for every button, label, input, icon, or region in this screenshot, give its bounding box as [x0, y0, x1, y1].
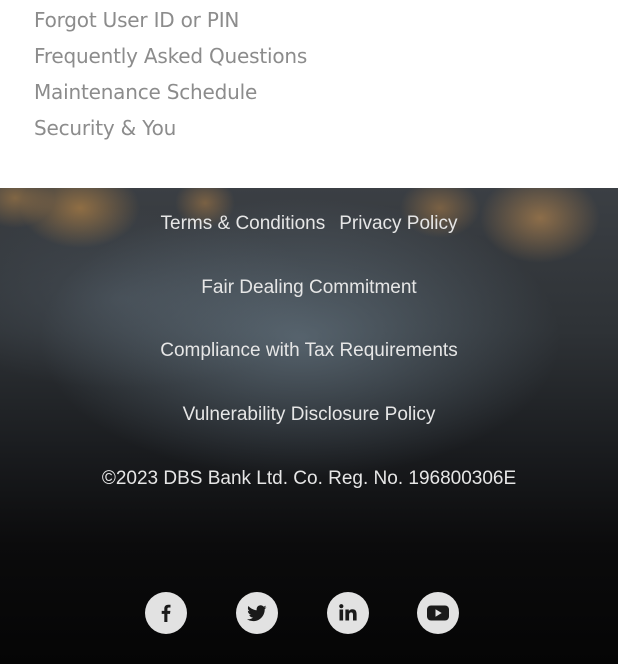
youtube-icon	[427, 605, 449, 621]
youtube-button[interactable]	[417, 592, 459, 634]
privacy-policy-link[interactable]: Privacy Policy	[339, 212, 457, 236]
maintenance-schedule-link[interactable]: Maintenance Schedule	[34, 80, 257, 104]
facebook-icon	[161, 604, 171, 622]
terms-conditions-link[interactable]: Terms & Conditions	[161, 212, 326, 236]
vulnerability-disclosure-link[interactable]: Vulnerability Disclosure Policy	[0, 403, 618, 427]
faq-link[interactable]: Frequently Asked Questions	[34, 44, 307, 68]
facebook-button[interactable]	[145, 592, 187, 634]
page: Forgot User ID or PIN Frequently Asked Q…	[0, 0, 618, 664]
security-and-you-link[interactable]: Security & You	[34, 116, 176, 140]
footer: Terms & Conditions Privacy Policy Fair De…	[0, 188, 618, 664]
linkedin-icon	[339, 604, 357, 621]
footer-legal-row: Terms & Conditions Privacy Policy	[0, 212, 618, 236]
forgot-user-id-link[interactable]: Forgot User ID or PIN	[34, 8, 239, 32]
copyright-text: ©2023 DBS Bank Ltd. Co. Reg. No. 1968003…	[101, 468, 517, 489]
twitter-button[interactable]	[236, 592, 278, 634]
twitter-icon	[247, 605, 267, 622]
tax-compliance-link[interactable]: Compliance with Tax Requirements	[0, 339, 618, 363]
linkedin-button[interactable]	[327, 592, 369, 634]
help-links-section: Forgot User ID or PIN Frequently Asked Q…	[0, 0, 618, 188]
fair-dealing-link[interactable]: Fair Dealing Commitment	[0, 276, 618, 300]
